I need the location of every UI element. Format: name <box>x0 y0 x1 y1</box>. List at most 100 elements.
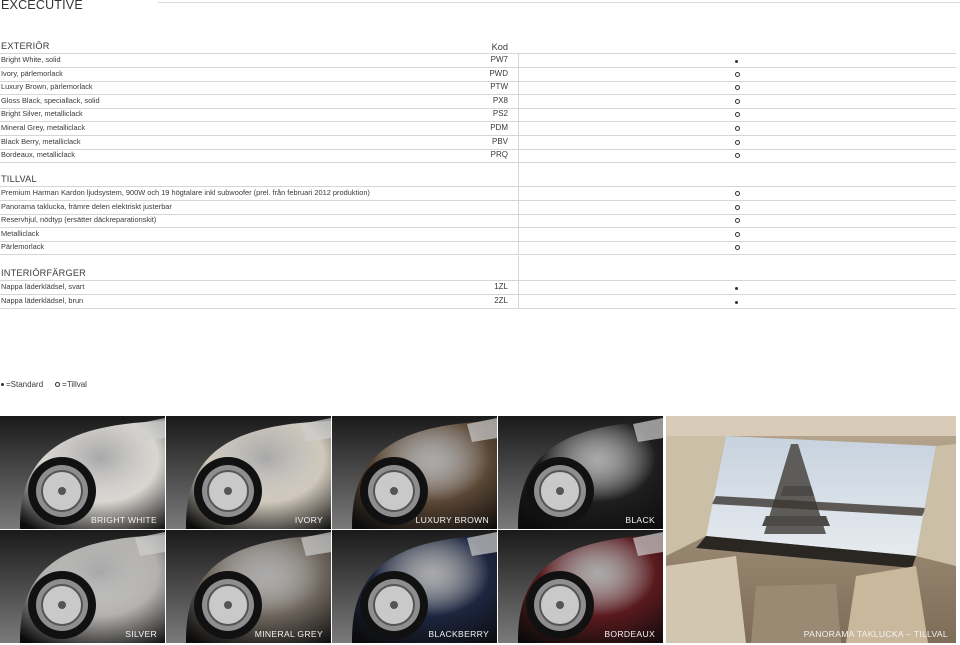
option-row: Premium Harman Kardon ljudsystem, 900W o… <box>0 187 956 201</box>
availability-mark <box>735 71 740 79</box>
availability-mark <box>735 125 740 133</box>
sunroof-caption: PANORAMA TAKLUCKA – TILLVAL <box>803 629 948 639</box>
row-code: PS2 <box>492 109 508 119</box>
option-ring-icon <box>735 218 740 224</box>
exterior-color-row: Bright White, solid PW7 <box>0 54 956 68</box>
row-label: Bright Silver, metalliclack <box>1 109 83 119</box>
standard-dot-icon <box>735 287 738 290</box>
interior-section-header: INTERIÖRFÄRGER <box>0 256 956 281</box>
color-swatch-tile: BORDEAUX <box>498 530 663 643</box>
row-label: Pärlemorlack <box>1 242 45 252</box>
row-label: Ivory, pärlemorlack <box>1 68 63 78</box>
legend-option-label: =Tillval <box>62 380 87 389</box>
option-ring-icon <box>735 126 740 131</box>
availability-mark <box>735 98 740 106</box>
row-code: PW7 <box>490 55 508 64</box>
legend-standard-label: =Standard <box>6 380 44 389</box>
option-ring-icon <box>735 139 740 145</box>
row-code: PBV <box>491 136 508 146</box>
standard-dot-icon <box>735 300 738 304</box>
exterior-color-row: Mineral Grey, metalliclack PDM <box>0 122 956 136</box>
swatch-caption: MINERAL GREY <box>254 629 323 639</box>
option-ring-icon <box>735 112 740 118</box>
availability-mark <box>735 231 740 239</box>
exterior-heading: EXTERIÖR <box>1 41 50 51</box>
legend: =Standard =Tillval <box>1 380 95 389</box>
exterior-color-row: Bright Silver, metalliclack PS2 <box>0 108 956 123</box>
row-code: 1ZL <box>494 282 508 291</box>
row-label: Bright White, solid <box>1 55 61 64</box>
availability-mark <box>735 139 740 147</box>
exterior-color-row: Ivory, pärlemorlack PWD <box>0 67 956 82</box>
color-swatch-tile: LUXURY BROWN <box>332 416 497 529</box>
row-code: 2ZL <box>494 295 508 305</box>
car-fender-illustration <box>498 416 663 529</box>
option-ring-icon <box>735 231 740 237</box>
standard-dot-icon <box>1 383 4 386</box>
color-swatch-tile: BLACK <box>498 416 663 529</box>
option-ring-icon <box>735 191 740 196</box>
car-fender-illustration <box>332 530 497 643</box>
exterior-color-row: Black Berry, metalliclack PBV <box>0 135 956 150</box>
row-label: Black Berry, metalliclack <box>1 136 81 146</box>
row-label: Luxury Brown, pärlemorlack <box>1 82 93 92</box>
car-fender-illustration <box>166 416 331 529</box>
sunroof-illustration <box>666 416 956 643</box>
color-swatch-tile: BLACKBERRY <box>332 530 497 643</box>
interior-row: Nappa läderklädsel, svart 1ZL <box>0 281 956 295</box>
page-title: EXCECUTIVE <box>1 0 83 12</box>
option-ring-icon <box>735 153 740 159</box>
option-ring-icon <box>735 98 740 104</box>
legend-standard: =Standard <box>1 380 43 389</box>
availability-mark <box>735 84 740 92</box>
row-code: PRQ <box>490 150 508 160</box>
exterior-color-row: Gloss Black, speciallack, solid PX8 <box>0 94 956 109</box>
color-swatch-tile: IVORY <box>166 416 331 529</box>
row-code: PTW <box>490 82 508 92</box>
row-label: Reservhjul, nödtyp (ersätter däckreparat… <box>1 215 157 225</box>
row-code: PX8 <box>492 95 508 105</box>
row-label: Mineral Grey, metalliclack <box>1 123 86 132</box>
row-label: Premium Harman Kardon ljudsystem, 900W o… <box>1 188 370 197</box>
availability-mark <box>735 152 740 160</box>
row-label: Metalliclack <box>1 228 40 238</box>
availability-mark <box>735 190 740 198</box>
option-row: Pärlemorlack <box>0 241 956 256</box>
availability-mark <box>735 284 738 292</box>
options-section-header: TILLVAL <box>0 162 956 187</box>
swatch-caption: BLACK <box>625 515 655 525</box>
row-label: Gloss Black, speciallack, solid <box>1 95 100 105</box>
sunroof-photo: PANORAMA TAKLUCKA – TILLVAL <box>666 416 956 643</box>
row-label: Bordeaux, metalliclack <box>1 150 75 160</box>
legend-option: =Tillval <box>55 380 87 389</box>
color-swatch-tile: BRIGHT WHITE <box>0 416 165 529</box>
availability-mark <box>735 244 740 252</box>
availability-mark <box>735 217 740 225</box>
row-label: Nappa läderklädsel, svart <box>1 282 85 291</box>
availability-mark <box>735 57 738 65</box>
option-ring-icon <box>735 245 740 251</box>
row-label: Panorama taklucka, främre delen elektris… <box>1 201 172 211</box>
option-ring-icon <box>55 382 61 387</box>
availability-mark <box>735 298 738 306</box>
row-code: PDM <box>490 123 508 132</box>
color-swatch-tile: SILVER <box>0 530 165 643</box>
standard-dot-icon <box>735 60 738 63</box>
row-code: PWD <box>489 68 508 78</box>
options-heading: TILLVAL <box>1 174 37 184</box>
car-fender-illustration <box>332 416 497 529</box>
car-fender-illustration <box>498 530 663 643</box>
swatch-caption: LUXURY BROWN <box>415 515 489 525</box>
car-fender-illustration <box>0 416 165 529</box>
availability-mark <box>735 111 740 119</box>
option-row: Panorama taklucka, främre delen elektris… <box>0 200 956 215</box>
car-fender-illustration <box>166 530 331 643</box>
title-divider <box>158 2 960 3</box>
availability-mark <box>735 204 740 212</box>
interior-row: Nappa läderklädsel, brun 2ZL <box>0 294 956 309</box>
option-ring-icon <box>735 71 740 77</box>
swatch-caption: BRIGHT WHITE <box>91 515 157 525</box>
exterior-color-row: Luxury Brown, pärlemorlack PTW <box>0 81 956 96</box>
swatch-caption: BORDEAUX <box>604 629 655 639</box>
interior-heading: INTERIÖRFÄRGER <box>1 268 86 278</box>
